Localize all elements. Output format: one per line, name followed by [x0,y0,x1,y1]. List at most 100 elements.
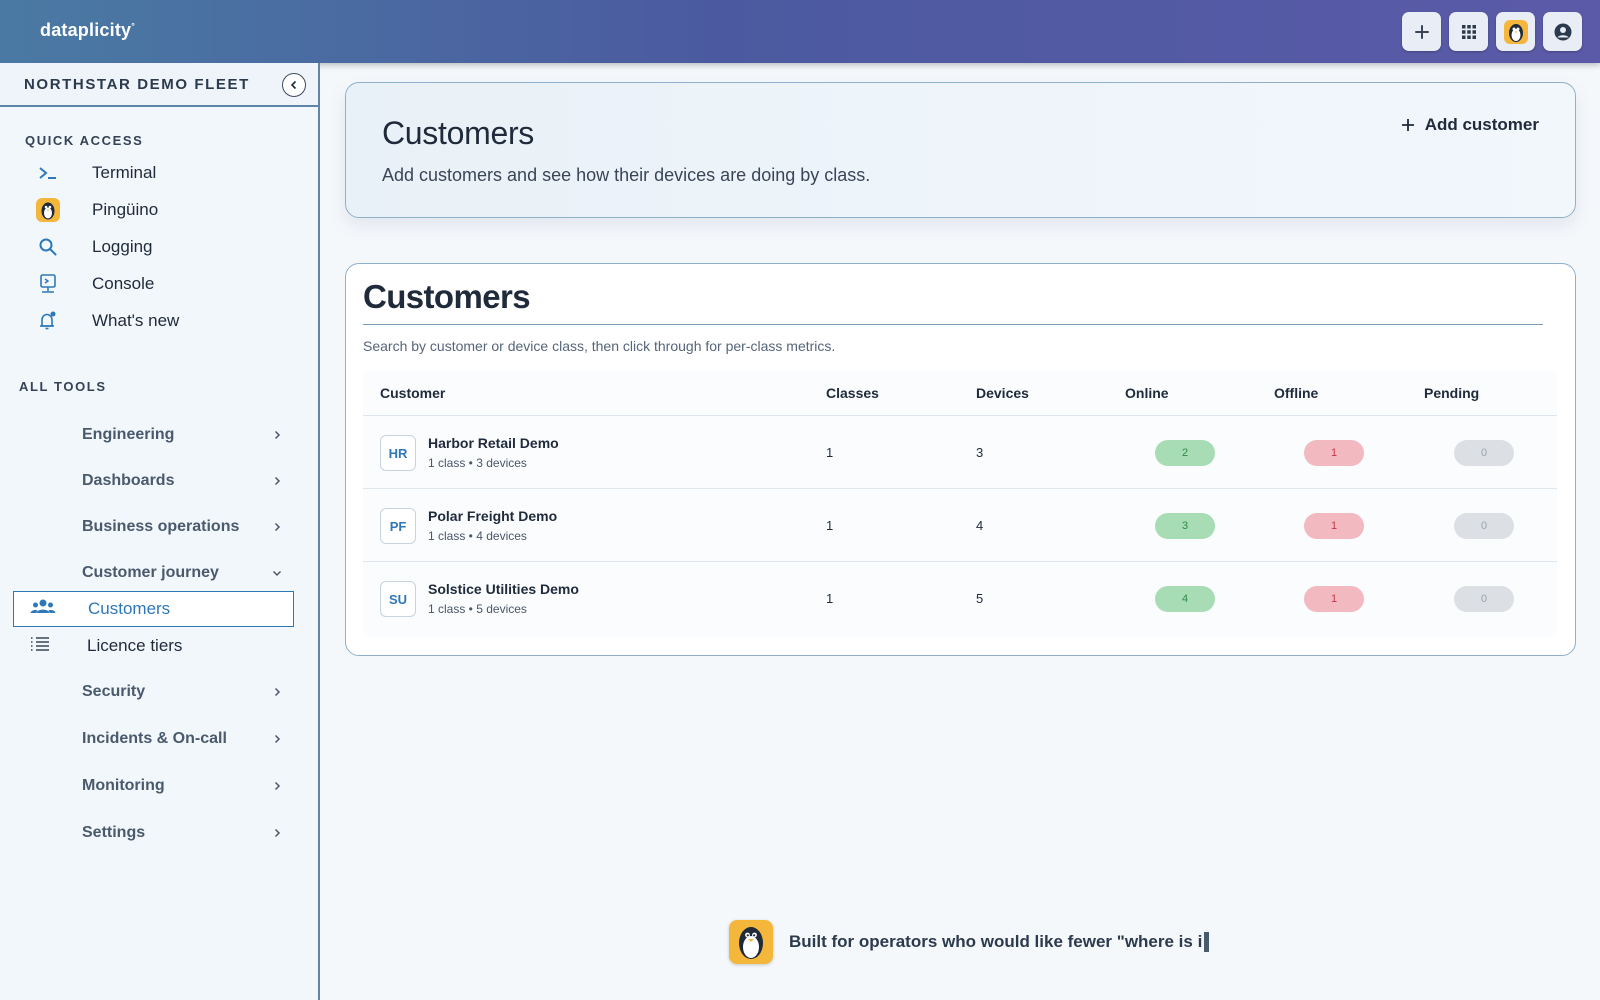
customer-summary: 1 class • 3 devices [428,456,527,470]
column-header[interactable]: Classes [826,385,879,401]
top-actions [1402,12,1582,51]
online-badge: 2 [1155,440,1215,466]
customer-avatar: SU [380,581,416,617]
column-header[interactable]: Online [1125,385,1169,401]
table-row[interactable]: PF Polar Freight Demo 1 class • 4 device… [363,489,1557,562]
brand-mark: ° [131,21,136,31]
add-customer-button[interactable]: Add customer [1401,115,1539,135]
grid-icon [1461,24,1476,39]
account-button[interactable] [1543,12,1582,51]
customer-name[interactable]: Polar Freight Demo [428,508,557,524]
collapse-sidebar-button[interactable] [282,73,306,97]
customer-summary: 1 class • 4 devices [428,529,527,543]
list-icon [29,635,51,658]
online-badge: 3 [1155,513,1215,539]
chevron-right-icon [274,430,281,440]
chevron-right-icon [274,828,281,838]
offline-badge: 1 [1304,513,1364,539]
quick-access-label-text: What's new [92,311,180,330]
tool-label: Engineering [82,426,175,443]
pending-badge: 0 [1454,440,1514,466]
column-header[interactable]: Devices [976,385,1029,401]
all-tools-label: ALL TOOLS [19,379,107,394]
classes-count: 1 [826,591,834,606]
tool-dashboards[interactable]: Dashboards [82,466,282,496]
chevron-left-icon [290,80,297,90]
chevron-down-icon [272,570,282,577]
column-header[interactable]: Offline [1274,385,1318,401]
column-header[interactable]: Customer [380,385,445,401]
column-header[interactable]: Pending [1424,385,1479,401]
quick-access-logging[interactable]: Logging [36,232,153,262]
quick-access-whats-new[interactable]: What's new [36,306,179,336]
customer-avatar: PF [380,508,416,544]
tool-label: Monitoring [82,777,165,794]
tool-monitoring[interactable]: Monitoring [82,771,282,801]
text-caret [1204,932,1210,953]
page-header: Customers Add customers and see how thei… [345,82,1576,218]
quick-access-terminal[interactable]: Terminal [36,158,156,188]
tool-business-operations[interactable]: Business operations [82,512,282,542]
tool-label: Incidents & On-call [82,730,227,747]
search-icon [36,235,60,259]
quick-access-pinguino[interactable]: Pingüino [36,195,158,225]
table-header: Customer Classes Devices Online Offline … [363,370,1557,416]
customer-name[interactable]: Harbor Retail Demo [428,435,559,451]
chevron-right-icon [274,781,281,791]
table-row[interactable]: HR Harbor Retail Demo 1 class • 3 device… [363,416,1557,489]
apps-button[interactable] [1449,12,1488,51]
quick-access-label-text: Console [92,274,155,293]
sidebar-item-label: Customers [88,599,171,618]
pending-badge: 0 [1454,513,1514,539]
tool-label: Security [82,683,146,700]
customer-avatar: HR [380,435,416,471]
fleet-name: NORTHSTAR DEMO FLEET [24,76,250,93]
penguin-button[interactable] [1496,12,1535,51]
console-icon [36,272,60,296]
tool-incidents-on-call[interactable]: Incidents & On-call [82,724,282,754]
chevron-right-icon [274,476,281,486]
footer-tagline: Built for operators who would like fewer… [729,920,1210,964]
bell-icon [36,309,60,333]
offline-badge: 1 [1304,440,1364,466]
chevron-right-icon [274,522,281,532]
brand-logo[interactable]: dataplicity° [40,20,135,41]
account-icon [1554,23,1571,40]
brand-name: dataplicity [40,20,132,40]
footer-text: Built for operators who would like fewer… [789,932,1210,953]
fleet-header: NORTHSTAR DEMO FLEET [0,63,318,107]
top-bar: dataplicity° [0,0,1600,63]
tool-engineering[interactable]: Engineering [82,420,282,450]
card-title: Customers [363,278,531,315]
tool-settings[interactable]: Settings [82,818,282,848]
card-description: Search by customer or device class, then… [363,338,836,354]
tool-customer-journey[interactable]: Customer journey [82,558,282,588]
sidebar-item-licence-tiers[interactable]: Licence tiers [13,628,294,664]
offline-badge: 1 [1304,586,1364,612]
customer-name[interactable]: Solstice Utilities Demo [428,581,579,597]
sidebar-item-customers[interactable]: Customers [13,591,294,627]
terminal-icon [36,161,60,185]
divider [363,324,1543,325]
classes-count: 1 [826,445,834,460]
customer-summary: 1 class • 5 devices [428,602,527,616]
online-badge: 4 [1155,586,1215,612]
devices-count: 5 [976,591,984,606]
table-row[interactable]: SU Solstice Utilities Demo 1 class • 5 d… [363,562,1557,635]
penguin-icon [36,198,60,222]
quick-access-label-text: Terminal [92,163,157,182]
plus-icon [1401,119,1414,131]
add-button[interactable] [1402,12,1441,51]
tool-security[interactable]: Security [82,677,282,707]
devices-count: 3 [976,445,984,460]
users-icon [30,597,56,622]
quick-access-console[interactable]: Console [36,269,154,299]
sidebar: NORTHSTAR DEMO FLEET QUICK ACCESS Termin… [0,63,320,1000]
sidebar-item-label: Licence tiers [87,636,183,655]
classes-count: 1 [826,518,834,533]
add-icon [1414,24,1429,39]
chevron-right-icon [274,687,281,697]
quick-access-label-text: Logging [92,237,153,256]
tool-label: Dashboards [82,472,175,489]
tool-label: Business operations [82,518,240,535]
